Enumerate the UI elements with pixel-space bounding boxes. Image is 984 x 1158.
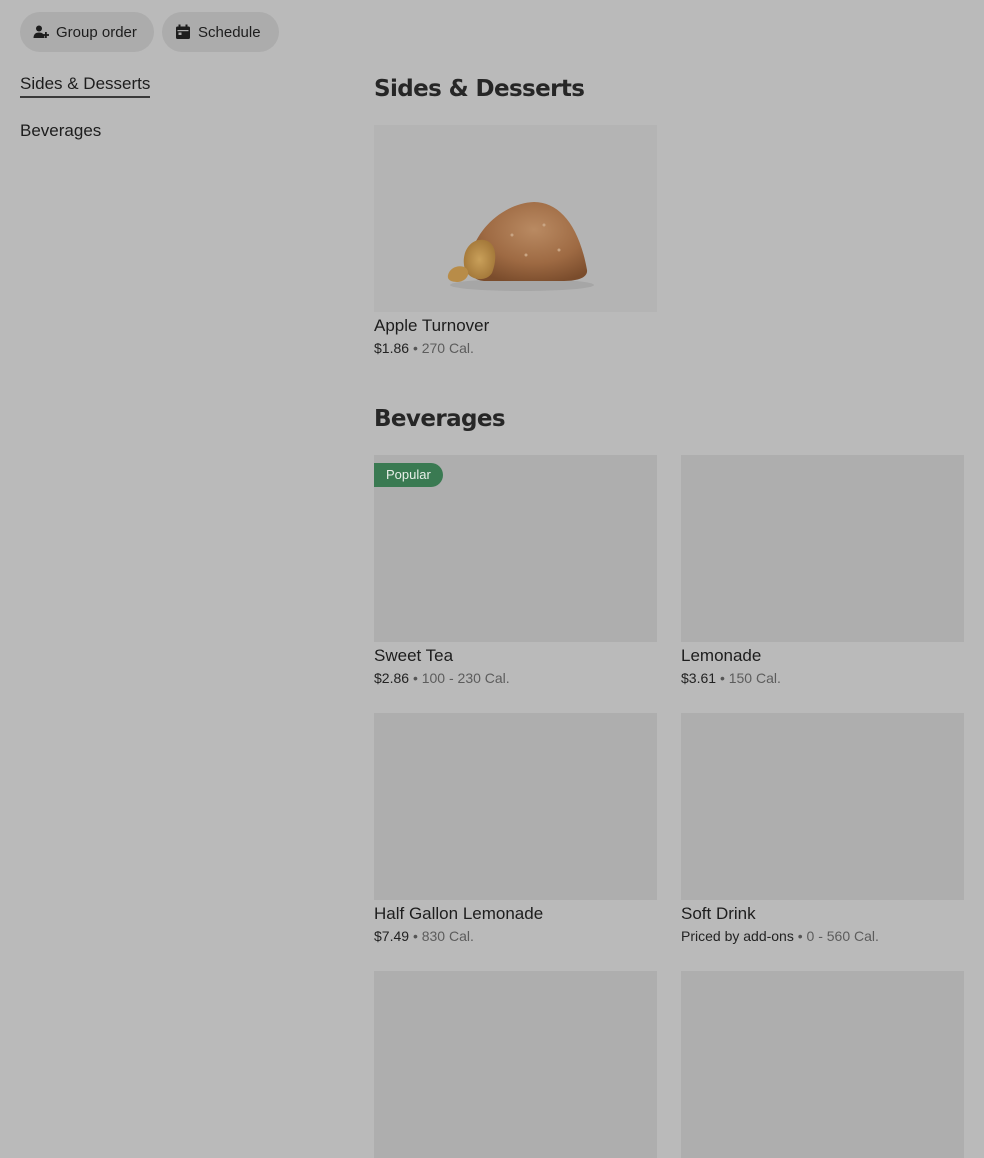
meta-separator: • [412, 928, 418, 944]
menu-item-price: Priced by add-ons [681, 928, 794, 944]
schedule-button[interactable]: Schedule [162, 12, 279, 52]
menu-item-half-gallon-lemonade[interactable]: Half Gallon Lemonade $7.49 • 830 Cal. [374, 713, 657, 944]
menu-item-meta: $1.86 • 270 Cal. [374, 340, 657, 356]
meta-separator: • [412, 340, 418, 356]
schedule-label: Schedule [198, 23, 261, 41]
menu-item-name: Sweet Tea [374, 646, 454, 665]
nav-item-sides-desserts[interactable]: Sides & Desserts [20, 74, 151, 98]
person-add-icon [32, 23, 50, 41]
menu-item-image [374, 971, 657, 1158]
menu-item-apple-turnover[interactable]: Apple Turnover $1.86 • 270 Cal. [374, 125, 657, 356]
menu-item-calories: 150 Cal. [728, 670, 781, 686]
nav-item-beverages[interactable]: Beverages [20, 121, 101, 143]
menu-item-sweet-tea[interactable]: Popular Sweet Tea $2.86 • 100 - 230 Cal. [374, 455, 657, 686]
menu-item-price: $2.86 [374, 670, 410, 686]
apple-turnover-image [374, 125, 657, 312]
menu-item-lemonade[interactable]: Lemonade $3.61 • 150 Cal. [681, 455, 964, 686]
menu-item-name: Soft Drink [681, 904, 756, 923]
menu-item-meta: $2.86 • 100 - 230 Cal. [374, 670, 657, 686]
menu-item-meta: $3.61 • 150 Cal. [681, 670, 964, 686]
half-gallon-lemonade-image [374, 713, 657, 900]
meta-separator: • [797, 928, 803, 944]
group-order-button[interactable]: Group order [20, 12, 154, 52]
category-nav: Sides & Desserts Beverages [20, 74, 151, 166]
sweet-tea-image: Popular [374, 455, 657, 642]
menu-item-price: $1.86 [374, 340, 410, 356]
menu-item-calories: 830 Cal. [421, 928, 474, 944]
menu-item-calories: 0 - 560 Cal. [806, 928, 879, 944]
menu-item-soft-drink[interactable]: Soft Drink Priced by add-ons • 0 - 560 C… [681, 713, 964, 944]
menu-item-card[interactable] [374, 971, 657, 1158]
lemonade-image [681, 455, 964, 642]
group-order-label: Group order [56, 23, 137, 41]
menu-item-price: $3.61 [681, 670, 717, 686]
meta-separator: • [412, 670, 418, 686]
menu-item-price: $7.49 [374, 928, 410, 944]
menu-item-meta: $7.49 • 830 Cal. [374, 928, 657, 944]
menu-item-meta: Priced by add-ons • 0 - 560 Cal. [681, 928, 964, 944]
meta-separator: • [719, 670, 725, 686]
menu-item-calories: 100 - 230 Cal. [421, 670, 510, 686]
soft-drink-image [681, 713, 964, 900]
section-title-beverages: Beverages [374, 406, 506, 432]
menu-item-card[interactable] [681, 971, 964, 1158]
top-actions: Group order Schedule [20, 12, 279, 52]
menu-item-image [681, 971, 964, 1158]
menu-item-name: Apple Turnover [374, 316, 490, 335]
calendar-icon [174, 23, 192, 41]
menu-item-name: Lemonade [681, 646, 762, 665]
menu-item-calories: 270 Cal. [421, 340, 474, 356]
section-title-sides-desserts: Sides & Desserts [374, 76, 585, 102]
popular-badge: Popular [374, 463, 443, 487]
menu-item-name: Half Gallon Lemonade [374, 904, 544, 923]
